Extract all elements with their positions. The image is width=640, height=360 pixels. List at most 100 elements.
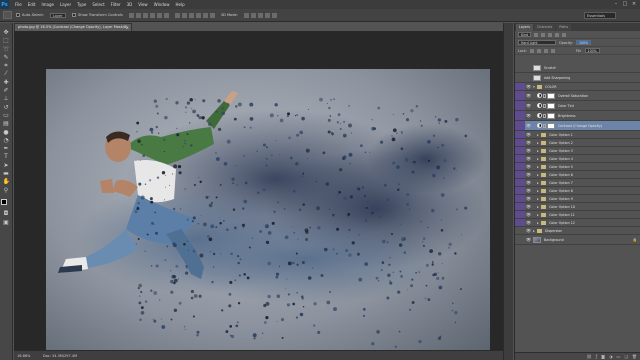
visibility-eye-icon[interactable]: 👁 [525,172,532,177]
auto-select-dropdown[interactable]: Layer [50,12,67,18]
layer-thumbnail[interactable] [533,74,541,81]
layer-style-icon[interactable]: ƒ [596,354,597,359]
align-left-icon[interactable] [149,12,155,18]
layer-thumbnail[interactable] [533,236,541,243]
move-tool-icon[interactable]: ✥ [3,29,10,36]
layer-row[interactable]: 👁 Color Tint [515,101,640,111]
color-swatches[interactable] [1,198,11,209]
layer-row[interactable]: 👁 ▸ Color Option 2 [515,139,640,147]
show-transform-option[interactable]: Show Transform Controls [72,13,123,17]
menu-help[interactable]: Help [175,2,184,7]
visibility-eye-icon[interactable]: 👁 [525,196,532,201]
visibility-eye-icon[interactable]: 👁 [525,113,532,118]
menu-layer[interactable]: Layer [60,2,71,7]
kind-filter-dropdown[interactable]: Kind [518,32,532,37]
add-mask-icon[interactable]: ◙ [601,354,605,359]
align-top-icon[interactable] [128,12,134,18]
clone-stamp-tool-icon[interactable]: ⊥ [3,95,10,102]
align-center-icon[interactable] [156,12,162,18]
layer-row[interactable]: 👁 ▸ Color Option 9 [515,195,640,203]
new-adjustment-icon[interactable]: ◑ [609,354,613,359]
minimize-button[interactable]: – [613,1,619,7]
visibility-eye-icon[interactable]: 👁 [525,93,532,98]
layer-row[interactable]: 👁 ▸ Color Option 12 [515,219,640,227]
new-layer-icon[interactable]: ❏ [624,354,628,359]
eyedropper-tool-icon[interactable]: ⁄ [3,70,10,77]
layer-mask-thumbnail[interactable] [547,112,555,119]
tab-paths[interactable]: Paths [556,24,572,31]
distribute-center-icon[interactable] [202,12,208,18]
adjustment-layer-icon[interactable] [537,103,542,108]
lasso-tool-icon[interactable]: ➰ [3,46,10,53]
visibility-eye-icon[interactable]: 👁 [525,164,532,169]
eraser-tool-icon[interactable]: ▭ [3,112,10,119]
new-group-icon[interactable]: ▭ [617,354,621,359]
blur-tool-icon[interactable]: ● [3,129,10,136]
visibility-eye-icon[interactable]: 👁 [525,204,532,209]
visibility-eye-icon[interactable]: 👁 [525,103,532,108]
tab-layers[interactable]: Layers [516,24,533,31]
layer-row[interactable]: 👁 ▸ Color Option 6 [515,171,640,179]
visibility-eye-icon[interactable]: 👁 [525,156,532,161]
layer-row[interactable]: 👁 ▸ Color Option 7 [515,179,640,187]
layer-row[interactable]: 👁 Contrast (Change Opacity) [515,121,640,131]
document-tab[interactable]: photo.jpg @ 16.5% (Contrast (Change Opac… [14,23,132,31]
adjustment-layer-icon[interactable] [537,93,542,98]
layer-row[interactable]: 👁 ▸ Color Option 8 [515,187,640,195]
auto-select-checkbox[interactable] [16,13,20,17]
delete-layer-icon[interactable]: 🗑 [632,354,637,359]
menu-3d[interactable]: 3D [127,2,133,7]
quick-select-tool-icon[interactable]: ✎ [3,54,10,61]
image-canvas[interactable] [46,69,490,360]
link-layers-icon[interactable]: ⛓ [587,354,592,359]
mask-link-icon[interactable] [543,113,546,118]
layer-row[interactable]: 👁 ▸ Color Option 1 [515,131,640,139]
3d-scale-icon[interactable] [271,12,277,18]
mask-link-icon[interactable] [543,123,546,128]
crop-tool-icon[interactable]: ⌗ [3,62,10,69]
visibility-eye-icon[interactable]: 👁 [525,140,532,145]
close-button[interactable]: × [631,1,637,7]
layer-row[interactable]: Scratch [515,63,640,73]
visibility-eye-icon[interactable]: 👁 [525,132,532,137]
fill-input[interactable]: 100% [584,48,600,53]
distribute-right-icon[interactable] [209,12,215,18]
layer-row[interactable]: 👁 ▸ Color Option 10 [515,203,640,211]
distribute-left-icon[interactable] [195,12,201,18]
type-tool-icon[interactable]: T [3,153,10,160]
visibility-eye-icon[interactable]: 👁 [525,188,532,193]
align-middle-icon[interactable] [135,12,141,18]
3d-orbit-icon[interactable] [243,12,249,18]
layer-mask-thumbnail[interactable] [547,122,555,129]
zoom-level[interactable]: 16.66% [17,354,37,358]
tab-channels[interactable]: Channels [533,24,556,31]
layer-thumbnail[interactable] [533,64,541,71]
visibility-eye-icon[interactable]: 👁 [525,148,532,153]
align-right-icon[interactable] [163,12,169,18]
layer-row[interactable]: 👁 Background 🔒 [515,235,640,245]
quick-mask-icon[interactable]: ◘ [3,210,10,217]
blend-mode-dropdown[interactable]: Hard Light [518,40,556,45]
history-brush-tool-icon[interactable]: ↺ [3,104,10,111]
layer-row[interactable]: 👁 ▸ Color Option 4 [515,155,640,163]
path-select-tool-icon[interactable]: ➤ [3,162,10,169]
menu-window[interactable]: Window [154,2,170,7]
foreground-color-swatch[interactable] [1,198,7,205]
visibility-eye-icon[interactable]: 👁 [525,212,532,217]
show-transform-checkbox[interactable] [72,13,77,17]
3d-slide-icon[interactable] [264,12,270,18]
mask-link-icon[interactable] [543,93,546,98]
lock-transparent-icon[interactable] [529,48,534,53]
dodge-tool-icon[interactable]: ◔ [3,137,10,144]
menu-view[interactable]: View [138,2,148,7]
shape-filter-icon[interactable] [555,32,560,37]
pixel-filter-icon[interactable] [534,32,539,37]
marquee-tool-icon[interactable]: ⬚ [3,37,10,44]
menu-image[interactable]: Image [41,2,54,7]
close-document-icon[interactable]: × [126,24,129,31]
visibility-eye-icon[interactable]: 👁 [525,220,532,225]
workspace-switcher[interactable]: Essentials [584,12,616,19]
zoom-tool-icon[interactable]: ⚲ [3,187,10,194]
layer-row[interactable]: Add Sharpening [515,73,640,83]
3d-pan-icon[interactable] [257,12,263,18]
